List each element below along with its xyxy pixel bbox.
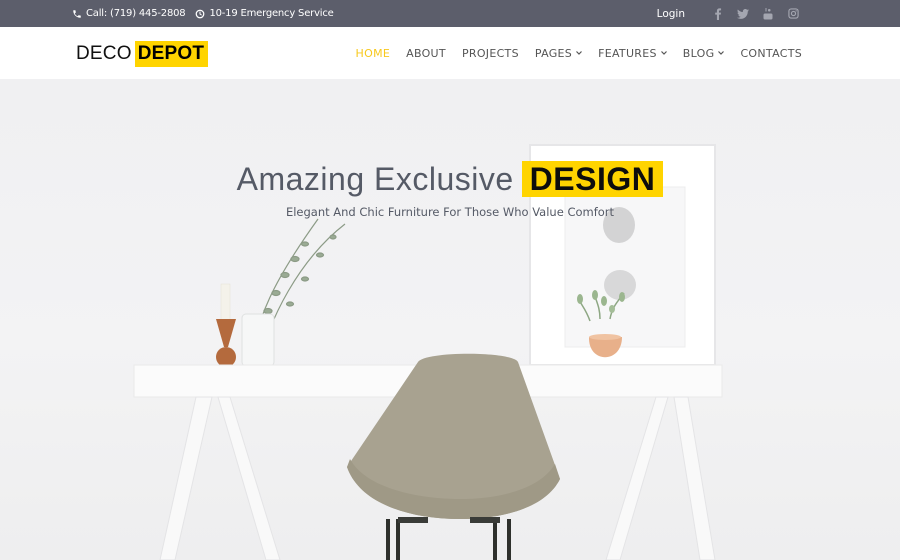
chevron-down-icon: [576, 50, 583, 57]
nav-label: PROJECTS: [461, 46, 519, 60]
topbar-right: Login: [657, 0, 801, 27]
nav-item-pages[interactable]: PAGES: [534, 46, 583, 60]
hero-section: Amazing Exclusive DESIGN Elegant And Chic…: [0, 79, 900, 560]
nav-label: CONTACTS: [740, 46, 802, 60]
candle-holder: [216, 283, 236, 367]
nav-item-about[interactable]: ABOUT: [406, 47, 446, 60]
nav-item-projects[interactable]: PROJECTS: [462, 47, 519, 60]
contact-info: Call: (719) 445-2808 10-19 Emergency Ser…: [72, 0, 334, 27]
logo-text-depot: DEPOT: [134, 41, 209, 67]
hours-text: 10-19 Emergency Service: [209, 8, 334, 19]
nav-label: FEATURES: [598, 46, 657, 60]
clock-icon: [195, 9, 205, 19]
nav-item-features[interactable]: FEATURES: [598, 47, 667, 60]
hours-info: 10-19 Emergency Service: [195, 8, 334, 19]
phone-icon: [72, 9, 82, 19]
login-link[interactable]: Login: [657, 8, 685, 20]
nav-label: ABOUT: [406, 46, 446, 60]
nav-label: HOME: [355, 46, 391, 60]
hero-title: Amazing Exclusive DESIGN: [0, 161, 900, 198]
twitter-icon[interactable]: [735, 6, 751, 22]
nav-item-blog[interactable]: BLOG: [683, 47, 725, 60]
phone-info[interactable]: Call: (719) 445-2808: [72, 8, 186, 19]
nav-label: BLOG: [682, 46, 715, 60]
chevron-down-icon: [660, 50, 667, 57]
nav-item-home[interactable]: HOME: [356, 47, 391, 60]
youtube-icon[interactable]: [760, 6, 776, 22]
nav-item-contacts[interactable]: CONTACTS: [740, 47, 802, 60]
hero-subtitle: Elegant And Chic Furniture For Those Who…: [285, 205, 615, 219]
logo-text-deco: DECO: [76, 43, 132, 64]
site-header: DECO DEPOT HOME ABOUT PROJECTS PAGES FEA…: [0, 27, 900, 79]
instagram-icon[interactable]: [785, 6, 801, 22]
hero-title-text: Amazing Exclusive: [236, 161, 514, 197]
top-bar: Call: (719) 445-2808 10-19 Emergency Ser…: [0, 0, 900, 27]
phone-text: Call: (719) 445-2808: [86, 8, 186, 19]
glass-jar: [241, 313, 275, 367]
hero-background-image: [133, 144, 723, 560]
nav-label: PAGES: [534, 46, 573, 60]
facebook-icon[interactable]: [710, 6, 726, 22]
chevron-down-icon: [718, 50, 725, 57]
logo[interactable]: DECO DEPOT: [76, 41, 209, 67]
hero-title-highlight: DESIGN: [521, 161, 664, 197]
main-nav: HOME ABOUT PROJECTS PAGES FEATURES BLOG: [356, 27, 802, 79]
